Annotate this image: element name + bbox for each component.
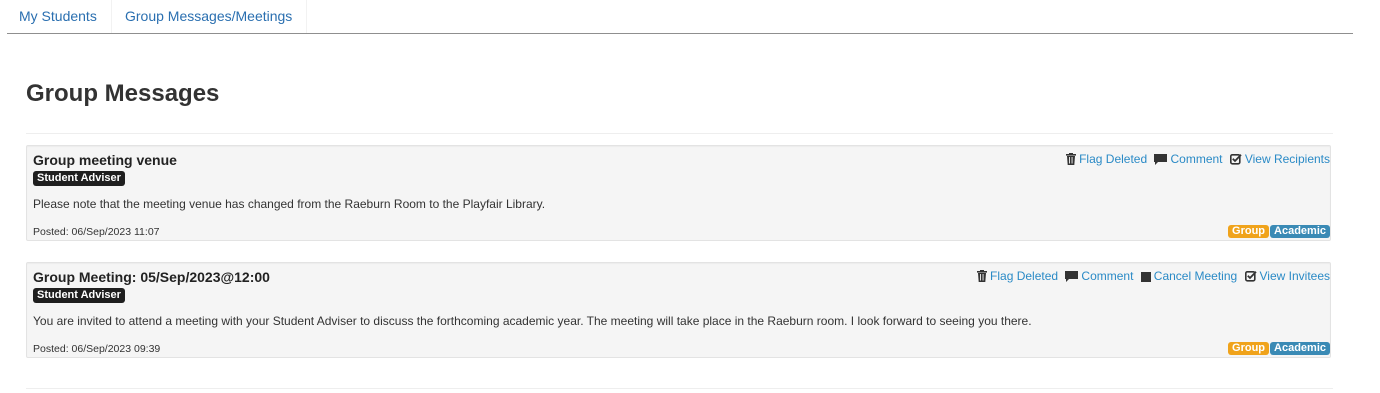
trash-icon [1066,153,1077,169]
cancel-meeting-link[interactable]: Cancel Meeting [1154,269,1237,283]
comment-icon [1154,154,1168,169]
message-actions: Flag Deleted Comment View Recipients [1062,152,1330,169]
check-square-icon [1244,270,1257,286]
message-title: Group Meeting: 05/Sep/2023@12:00 [33,269,270,285]
trash-icon [977,270,988,286]
tag-academic: Academic [1270,225,1330,238]
tag-group: Group [1228,225,1270,238]
posted-timestamp: Posted: 06/Sep/2023 11:07 [33,226,160,238]
comment-icon [1065,271,1079,286]
tab-group-messages-meetings[interactable]: Group Messages/Meetings [125,8,292,25]
role-badge: Student Adviser [33,171,125,186]
tag-academic: Academic [1270,342,1330,355]
view-invitees-link[interactable]: View Invitees [1260,269,1330,283]
divider [26,388,1333,389]
comment-link[interactable]: Comment [1170,152,1222,166]
message-tags: Group Academic [1228,225,1330,238]
page-title: Group Messages [26,80,220,107]
message-body: You are invited to attend a meeting with… [33,314,1032,328]
role-badge: Student Adviser [33,288,125,303]
tab-divider [306,0,307,33]
message-card: Group meeting venue Student Adviser Plea… [26,145,1331,241]
message-card: Group Meeting: 05/Sep/2023@12:00 Student… [26,262,1331,358]
message-actions: Flag Deleted Comment Cancel Meeting View… [973,269,1330,286]
stop-icon [1140,271,1151,286]
flag-deleted-link[interactable]: Flag Deleted [990,269,1058,283]
tab-divider [111,0,112,33]
message-tags: Group Academic [1228,342,1330,355]
flag-deleted-link[interactable]: Flag Deleted [1079,152,1147,166]
check-square-icon [1229,153,1242,169]
tab-my-students[interactable]: My Students [19,8,97,25]
posted-timestamp: Posted: 06/Sep/2023 09:39 [33,343,161,355]
nav-tabs: My Students Group Messages/Meetings [7,0,1353,34]
tag-group: Group [1228,342,1270,355]
view-recipients-link[interactable]: View Recipients [1245,152,1330,166]
message-body: Please note that the meeting venue has c… [33,197,546,211]
comment-link[interactable]: Comment [1081,269,1133,283]
message-title: Group meeting venue [33,152,177,168]
divider [26,133,1333,134]
